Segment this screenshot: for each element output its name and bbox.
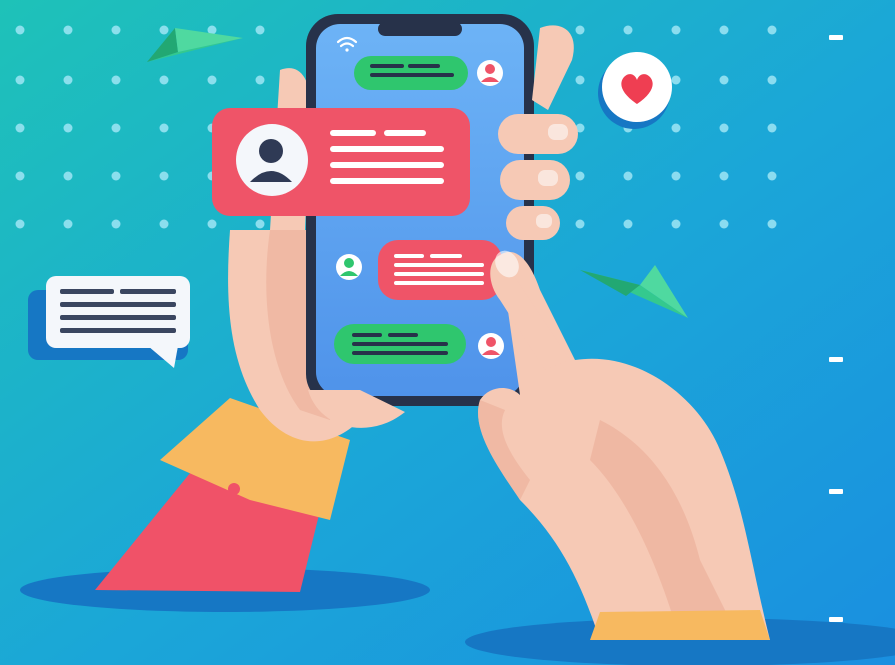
decor-dot [623,171,633,181]
decor-dot [63,171,73,181]
avatar-icon [478,333,504,359]
decor-dot [671,123,681,133]
decor-dot [719,219,729,229]
decor-dot [159,171,169,181]
decor-dot [159,75,169,85]
decor-dot [15,25,25,35]
decor-dot [671,25,681,35]
decor-dot [159,25,169,35]
decor-dot [255,219,265,229]
messaging-illustration [0,0,895,665]
decor-dot [671,219,681,229]
decor-dot [111,171,121,181]
decor-dot [575,171,585,181]
decor-dot [111,75,121,85]
decor-dot [623,25,633,35]
decor-dot [719,171,729,181]
decor-dot [575,75,585,85]
decor-dot [159,219,169,229]
avatar-icon [477,60,503,86]
decor-dot [767,75,777,85]
decor-dot [63,219,73,229]
decor-dot [15,219,25,229]
decor-dot [63,123,73,133]
decor-dot [575,25,585,35]
decor-dot [255,75,265,85]
decor-dot [15,75,25,85]
decor-dot [719,123,729,133]
decor-dot [111,219,121,229]
illustration-scene [0,0,895,665]
decor-dot [63,25,73,35]
decor-dot [623,219,633,229]
avatar-icon [336,254,362,280]
decor-dot [207,75,217,85]
decor-dot [111,25,121,35]
decor-dot [111,123,121,133]
message-card-contact [212,108,470,216]
decor-dot [767,171,777,181]
decor-dot [719,75,729,85]
decor-dot [575,219,585,229]
decor-dot [671,171,681,181]
decor-dot [767,123,777,133]
decor-dot [63,75,73,85]
decor-dot [15,123,25,133]
decor-dot [767,219,777,229]
decor-dot [159,123,169,133]
decor-dot [255,25,265,35]
decor-dot [719,25,729,35]
decor-dot [207,219,217,229]
chat-bubble-icon [28,276,190,368]
decor-dot [767,25,777,35]
decor-dot [15,171,25,181]
decor-dot [671,75,681,85]
